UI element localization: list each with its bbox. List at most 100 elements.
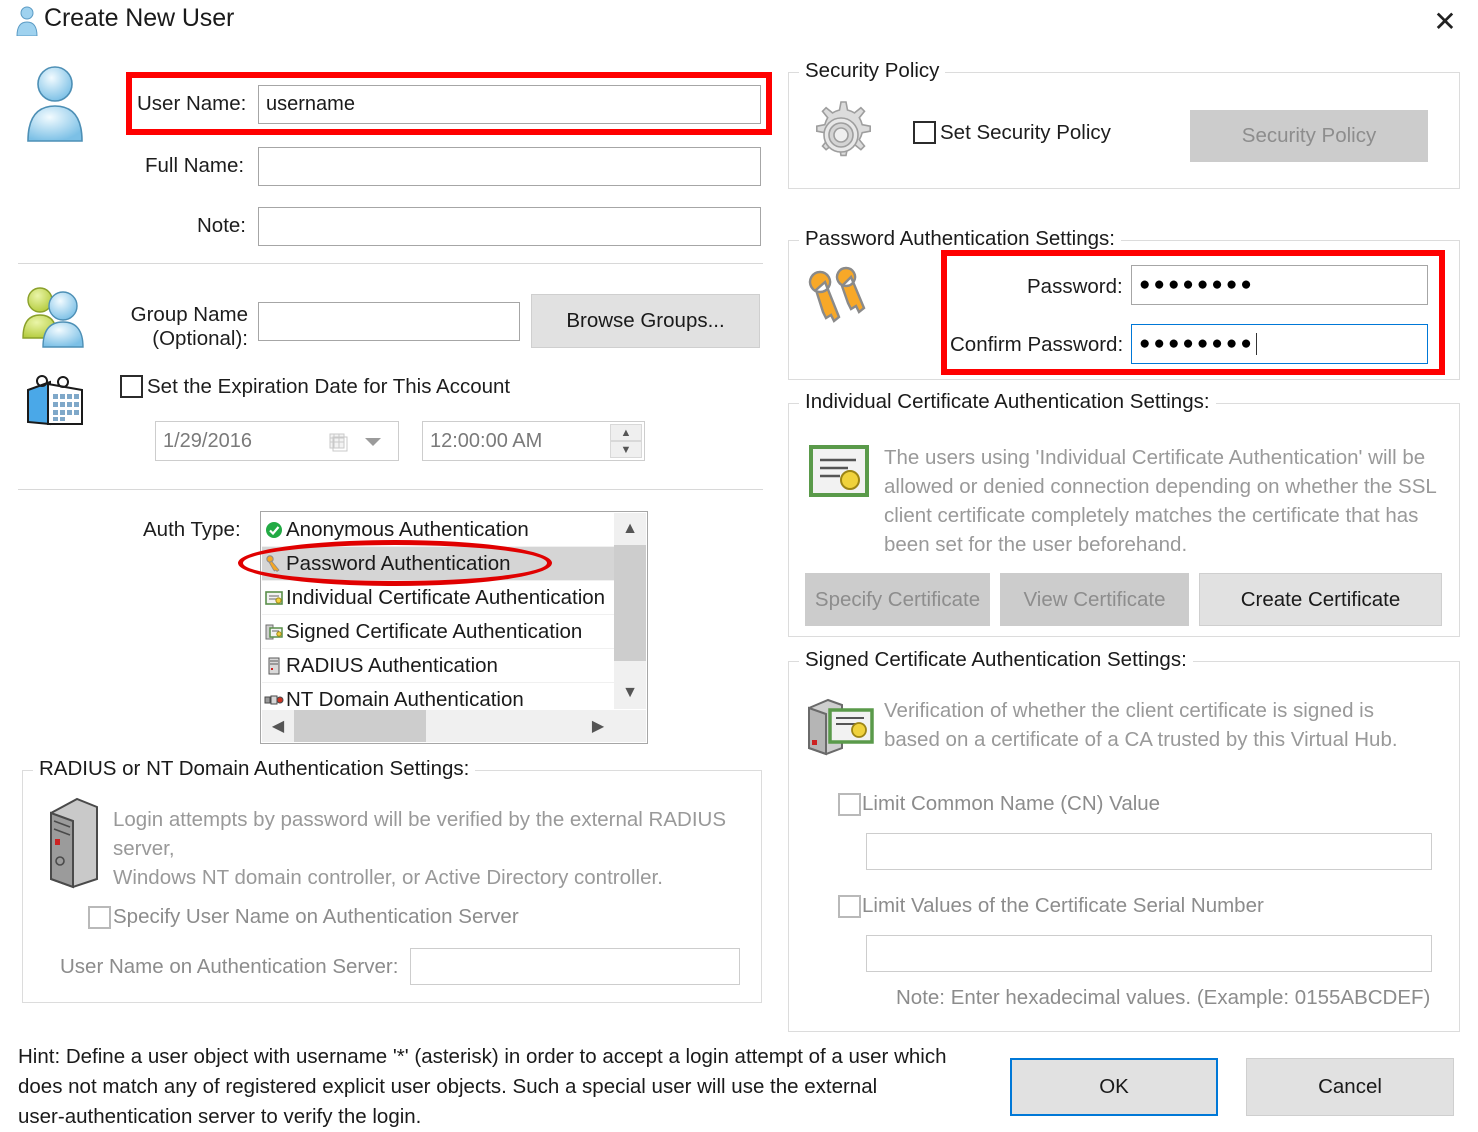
auth-type-item-label: Password Authentication — [286, 551, 511, 575]
individual-cert-description: The users using 'Individual Certificate … — [884, 443, 1444, 559]
auth-server-user-name-input[interactable] — [410, 948, 740, 985]
hint-line3: user-authentication server to verify the… — [18, 1105, 422, 1128]
hint-text: Hint: Define a user object with username… — [18, 1042, 998, 1132]
limit-serial-number-checkbox[interactable] — [838, 895, 861, 918]
create-certificate-button[interactable]: Create Certificate — [1199, 573, 1442, 626]
close-icon[interactable]: ✕ — [1422, 2, 1468, 42]
password-value: ●●●●●●●● — [1139, 274, 1255, 295]
set-security-policy-checkbox[interactable] — [913, 121, 936, 144]
vertical-scroll-thumb[interactable] — [614, 545, 646, 661]
auth-type-item-label: Signed Certificate Authentication — [286, 619, 583, 643]
radius-description-line2: Windows NT domain controller, or Active … — [113, 866, 663, 889]
view-certificate-button[interactable]: View Certificate — [1000, 573, 1189, 626]
auth-type-item-label: Anonymous Authentication — [286, 517, 529, 541]
auth-type-horizontal-scrollbar[interactable]: ◀ ▶ — [262, 710, 646, 742]
radius-description-line1: Login attempts by password will be verif… — [113, 808, 727, 860]
password-input[interactable]: ●●●●●●●● — [1131, 265, 1428, 305]
full-name-label: Full Name: — [145, 154, 245, 177]
scroll-right-icon[interactable]: ▶ — [582, 710, 614, 742]
scroll-down-icon[interactable]: ▼ — [614, 677, 646, 709]
signed-cert-desc-line2: based on a certificate of a CA trusted b… — [884, 728, 1398, 751]
expiration-time-input[interactable]: 12:00:00 AM ▲ ▼ — [422, 421, 645, 461]
spinner-down-icon[interactable]: ▼ — [610, 441, 642, 458]
radius-description: Login attempts by password will be verif… — [113, 805, 753, 892]
auth-type-label: Auth Type: — [143, 518, 241, 541]
signed-certificate-icon — [265, 624, 283, 639]
cancel-button[interactable]: Cancel — [1246, 1058, 1454, 1116]
signed-certificate-server-icon — [808, 698, 874, 756]
individual-cert-desc-line1: The users using 'Individual Certificate … — [884, 446, 1426, 469]
scroll-up-icon[interactable]: ▲ — [614, 513, 646, 545]
auth-type-vertical-scrollbar[interactable]: ▲ ▼ — [614, 513, 646, 709]
page-title: Create New User — [44, 4, 235, 32]
cancel-label: Cancel — [1318, 1075, 1382, 1098]
password-label: Password: — [1027, 275, 1123, 298]
confirm-password-input[interactable]: ●●●●●●●● — [1131, 324, 1428, 364]
security-policy-button-label: Security Policy — [1241, 124, 1377, 147]
user-name-input[interactable]: username — [258, 85, 761, 124]
certificate-icon — [265, 590, 283, 605]
scroll-left-icon[interactable]: ◀ — [262, 710, 294, 742]
browse-groups-button[interactable]: Browse Groups... — [531, 294, 760, 348]
green-check-icon — [266, 521, 282, 538]
domain-icon — [264, 695, 284, 705]
serial-number-input[interactable] — [866, 935, 1432, 972]
key-icon — [266, 554, 280, 572]
user-icon — [16, 6, 38, 36]
user-name-value: username — [266, 93, 355, 115]
create-new-user-dialog: Create New User ✕ User Name: username Fu… — [0, 0, 1478, 1132]
limit-common-name-checkbox[interactable] — [838, 793, 861, 816]
time-spinner[interactable]: ▲ ▼ — [610, 424, 642, 458]
chevron-down-icon[interactable] — [364, 437, 382, 448]
keys-icon — [808, 266, 866, 323]
specify-certificate-button[interactable]: Specify Certificate — [805, 573, 990, 626]
auth-type-item-label: NT Domain Authentication — [286, 688, 524, 711]
hint-line1: Hint: Define a user object with username… — [18, 1045, 947, 1068]
expiration-date-input[interactable]: 1/29/2016 — [155, 421, 399, 461]
view-certificate-label: View Certificate — [1023, 587, 1166, 611]
auth-type-listbox[interactable]: Anonymous Authentication Password Authen… — [260, 511, 648, 744]
calendar-icon — [27, 375, 83, 426]
user-name-label: User Name: — [137, 92, 247, 115]
auth-type-item-signed-cert[interactable]: Signed Certificate Authentication — [262, 615, 614, 649]
set-expiration-date-label: Set the Expiration Date for This Account — [147, 375, 511, 398]
specify-user-name-checkbox[interactable] — [88, 906, 111, 929]
spinner-up-icon[interactable]: ▲ — [610, 424, 642, 441]
set-expiration-date-checkbox[interactable] — [120, 375, 143, 398]
security-policy-button[interactable]: Security Policy — [1190, 110, 1428, 162]
specify-certificate-label: Specify Certificate — [814, 587, 981, 611]
group-name-label-line1: Group Name — [130, 303, 248, 326]
auth-type-item-password[interactable]: Password Authentication — [262, 547, 614, 581]
password-auth-settings-title: Password Authentication Settings: — [799, 227, 1121, 251]
auth-type-item-individual-cert[interactable]: Individual Certificate Authentication — [262, 581, 614, 615]
signed-cert-description: Verification of whether the client certi… — [884, 696, 1444, 754]
browse-groups-label: Browse Groups... — [566, 309, 725, 332]
expiration-time-value: 12:00:00 AM — [430, 429, 543, 452]
radius-settings-title: RADIUS or NT Domain Authentication Setti… — [33, 757, 476, 781]
ok-button[interactable]: OK — [1010, 1058, 1218, 1116]
gear-icon — [816, 101, 871, 157]
confirm-password-label: Confirm Password: — [950, 333, 1124, 356]
common-name-input[interactable] — [866, 833, 1432, 870]
security-policy-title: Security Policy — [799, 59, 946, 83]
individual-cert-desc-line2: allowed or denied connection depending o… — [884, 475, 1437, 498]
group-name-input[interactable] — [258, 302, 520, 341]
auth-type-item-label: RADIUS Authentication — [286, 653, 498, 677]
certificate-icon — [809, 445, 869, 497]
confirm-password-value: ●●●●●●●● — [1139, 333, 1255, 354]
title-bar: Create New User ✕ — [0, 0, 1478, 46]
limit-common-name-label: Limit Common Name (CN) Value — [862, 792, 1161, 815]
note-input[interactable] — [258, 207, 761, 246]
calendar-dropdown-icon — [329, 433, 348, 452]
hint-line2: does not match any of registered explici… — [18, 1075, 878, 1098]
divider-1 — [18, 263, 763, 264]
signed-cert-desc-line1: Verification of whether the client certi… — [884, 699, 1374, 722]
full-name-input[interactable] — [258, 147, 761, 186]
horizontal-scroll-thumb[interactable] — [294, 710, 426, 742]
note-label: Note: — [197, 214, 246, 237]
server-icon — [268, 657, 280, 674]
auth-type-item-radius[interactable]: RADIUS Authentication — [262, 649, 614, 683]
auth-type-item-anonymous[interactable]: Anonymous Authentication — [262, 513, 614, 547]
auth-server-user-name-label: User Name on Authentication Server: — [60, 955, 399, 978]
serial-number-note: Note: Enter hexadecimal values. (Example… — [896, 986, 1431, 1009]
